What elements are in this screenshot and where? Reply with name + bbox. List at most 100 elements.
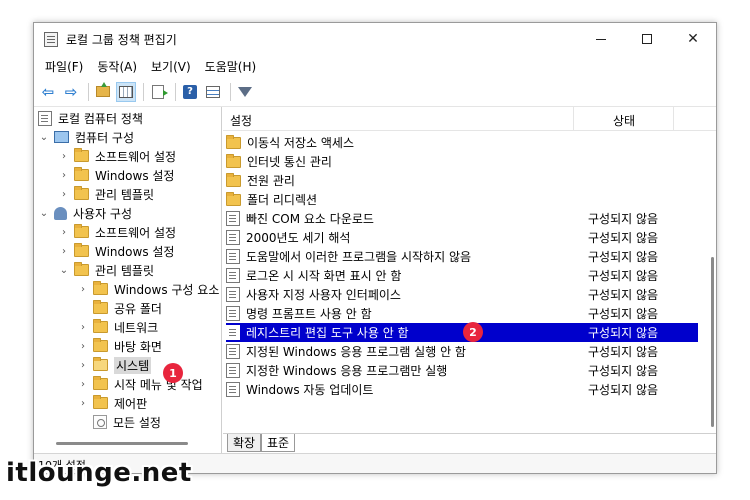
- close-icon: ✕: [687, 31, 699, 47]
- menu-action[interactable]: 동작(A): [90, 58, 144, 75]
- gpedit-window: 로컬 그룹 정책 편집기 ✕ 파일(F) 동작(A) 보기(V) 도움말(H) …: [33, 22, 717, 474]
- menu-file[interactable]: 파일(F): [38, 58, 90, 75]
- column-divider[interactable]: [673, 107, 674, 131]
- menu-bar: 파일(F) 동작(A) 보기(V) 도움말(H): [34, 55, 716, 77]
- tree-item-user-software[interactable]: › 소프트웨어 설정: [58, 223, 176, 241]
- column-header-setting[interactable]: 설정: [230, 112, 252, 129]
- tree-item-computer-config[interactable]: ⌄ 컴퓨터 구성: [38, 128, 134, 146]
- computer-icon: [54, 131, 69, 143]
- policy-name: 사용자 지정 사용자 인터페이스: [246, 288, 401, 302]
- chevron-right-icon[interactable]: ›: [58, 151, 70, 162]
- list-item-folder[interactable]: 인터넷 통신 관리: [226, 152, 698, 171]
- show-hide-tree-button[interactable]: [116, 81, 136, 102]
- tree-horizontal-scrollbar[interactable]: [34, 435, 221, 452]
- policy-setting-icon: [226, 344, 240, 359]
- tree-label: 관리 템플릿: [95, 187, 155, 202]
- tree-label: Windows 구성 요소: [114, 282, 220, 297]
- minimize-button[interactable]: [578, 23, 624, 55]
- toolbar-separator: [230, 82, 231, 101]
- policy-row[interactable]: 2000년도 세기 해석 구성되지 않음: [226, 228, 698, 247]
- properties-button[interactable]: [203, 82, 223, 102]
- list-item-folder[interactable]: 폴더 리디렉션: [226, 190, 698, 209]
- chevron-down-icon[interactable]: ⌄: [38, 132, 50, 143]
- tree-item-windows-components[interactable]: › Windows 구성 요소: [77, 280, 219, 298]
- column-divider[interactable]: [573, 107, 574, 131]
- tree-item-root[interactable]: 로컬 컴퓨터 정책: [38, 109, 143, 127]
- tree-item-start-menu[interactable]: › 시작 메뉴 및 작업: [77, 375, 203, 393]
- list-item-folder[interactable]: 전원 관리: [226, 171, 698, 190]
- chevron-right-icon[interactable]: ›: [77, 341, 89, 352]
- chevron-right-icon[interactable]: ›: [77, 379, 89, 390]
- folder-name: 이동식 저장소 액세스: [247, 136, 354, 150]
- tree-label: 관리 템플릿: [95, 263, 155, 278]
- column-header-state[interactable]: 상태: [613, 112, 635, 129]
- step-badge-2: 2: [463, 322, 483, 342]
- chevron-right-icon[interactable]: ›: [77, 398, 89, 409]
- tree-item-computer-windows[interactable]: › Windows 설정: [58, 166, 174, 184]
- tree-item-shared-folders[interactable]: 공유 폴더: [77, 299, 162, 317]
- folder-icon: [74, 262, 89, 276]
- chevron-right-icon[interactable]: ›: [58, 227, 70, 238]
- policy-state: 구성되지 않음: [588, 288, 659, 302]
- policy-row-selected[interactable]: 레지스트리 편집 도구 사용 안 함 구성되지 않음: [226, 323, 698, 342]
- tree-item-network[interactable]: › 네트워크: [77, 318, 158, 336]
- folder-icon: [93, 376, 108, 390]
- policy-row[interactable]: 지정한 Windows 응용 프로그램만 실행 구성되지 않음: [226, 361, 698, 380]
- close-button[interactable]: ✕: [670, 23, 716, 55]
- policy-name: 명령 프롬프트 사용 안 함: [246, 307, 372, 321]
- chevron-right-icon[interactable]: ›: [58, 246, 70, 257]
- policy-state: 구성되지 않음: [588, 345, 659, 359]
- tree-label: 로컬 컴퓨터 정책: [58, 111, 143, 126]
- tree-item-desktop[interactable]: › 바탕 화면: [77, 337, 162, 355]
- forward-button[interactable]: ⇨: [61, 82, 81, 102]
- filter-button[interactable]: [235, 82, 255, 102]
- policy-setting-icon: [226, 306, 240, 321]
- tree-item-user-admin[interactable]: ⌄ 관리 템플릿: [58, 261, 154, 279]
- chevron-down-icon[interactable]: ⌄: [58, 265, 70, 276]
- tree-item-user-windows[interactable]: › Windows 설정: [58, 242, 174, 260]
- help-icon: ?: [183, 84, 197, 99]
- policy-row[interactable]: 사용자 지정 사용자 인터페이스 구성되지 않음: [226, 285, 698, 304]
- chevron-right-icon[interactable]: ›: [77, 284, 89, 295]
- tree-item-computer-software[interactable]: › 소프트웨어 설정: [58, 147, 176, 165]
- tree-item-system[interactable]: › 시스템: [77, 356, 152, 374]
- tree-label: 모든 설정: [113, 415, 161, 430]
- folder-icon: [93, 395, 108, 409]
- view-tabs: 확장 표준: [223, 433, 716, 453]
- export-list-button[interactable]: [148, 82, 168, 102]
- menu-view[interactable]: 보기(V): [144, 58, 198, 75]
- policy-row[interactable]: 빠진 COM 요소 다운로드 구성되지 않음: [226, 209, 698, 228]
- policy-doc-icon: [38, 110, 52, 126]
- folder-icon: [226, 153, 241, 168]
- menu-help[interactable]: 도움말(H): [198, 58, 264, 75]
- tree-label: 사용자 구성: [73, 206, 133, 221]
- policy-row[interactable]: 지정된 Windows 응용 프로그램 실행 안 함 구성되지 않음: [226, 342, 698, 361]
- properties-icon: [206, 85, 220, 98]
- chevron-right-icon[interactable]: ›: [77, 360, 89, 371]
- chevron-right-icon[interactable]: ›: [58, 170, 70, 181]
- policy-setting-icon: [226, 211, 240, 226]
- tree-item-all-settings[interactable]: 모든 설정: [77, 413, 161, 431]
- chevron-right-icon[interactable]: ›: [58, 189, 70, 200]
- policy-state: 구성되지 않음: [588, 326, 659, 340]
- tree-item-control-panel[interactable]: › 제어판: [77, 394, 147, 412]
- scrollbar-thumb[interactable]: [56, 442, 188, 445]
- policy-row[interactable]: 도움말에서 이러한 프로그램을 시작하지 않음 구성되지 않음: [226, 247, 698, 266]
- chevron-down-icon[interactable]: ⌄: [38, 208, 50, 219]
- help-button[interactable]: ?: [180, 82, 200, 102]
- tab-extended[interactable]: 확장: [227, 434, 262, 452]
- tab-standard[interactable]: 표준: [261, 434, 296, 452]
- policy-row[interactable]: Windows 자동 업데이트 구성되지 않음: [226, 380, 698, 399]
- tree-item-user-config[interactable]: ⌄ 사용자 구성: [38, 204, 132, 222]
- up-level-button[interactable]: [93, 82, 113, 102]
- tree-label: 바탕 화면: [114, 339, 162, 354]
- policy-row[interactable]: 로그온 시 시작 화면 표시 안 함 구성되지 않음: [226, 266, 698, 285]
- chevron-right-icon[interactable]: ›: [77, 322, 89, 333]
- maximize-button[interactable]: [624, 23, 670, 55]
- back-button[interactable]: ⇦: [38, 82, 58, 102]
- tree-item-computer-admin[interactable]: › 관리 템플릿: [58, 185, 154, 203]
- list-vertical-scrollbar[interactable]: [711, 257, 714, 427]
- policy-row[interactable]: 명령 프롬프트 사용 안 함 구성되지 않음: [226, 304, 698, 323]
- list-item-folder[interactable]: 이동식 저장소 액세스: [226, 133, 698, 152]
- all-settings-icon: [93, 415, 107, 429]
